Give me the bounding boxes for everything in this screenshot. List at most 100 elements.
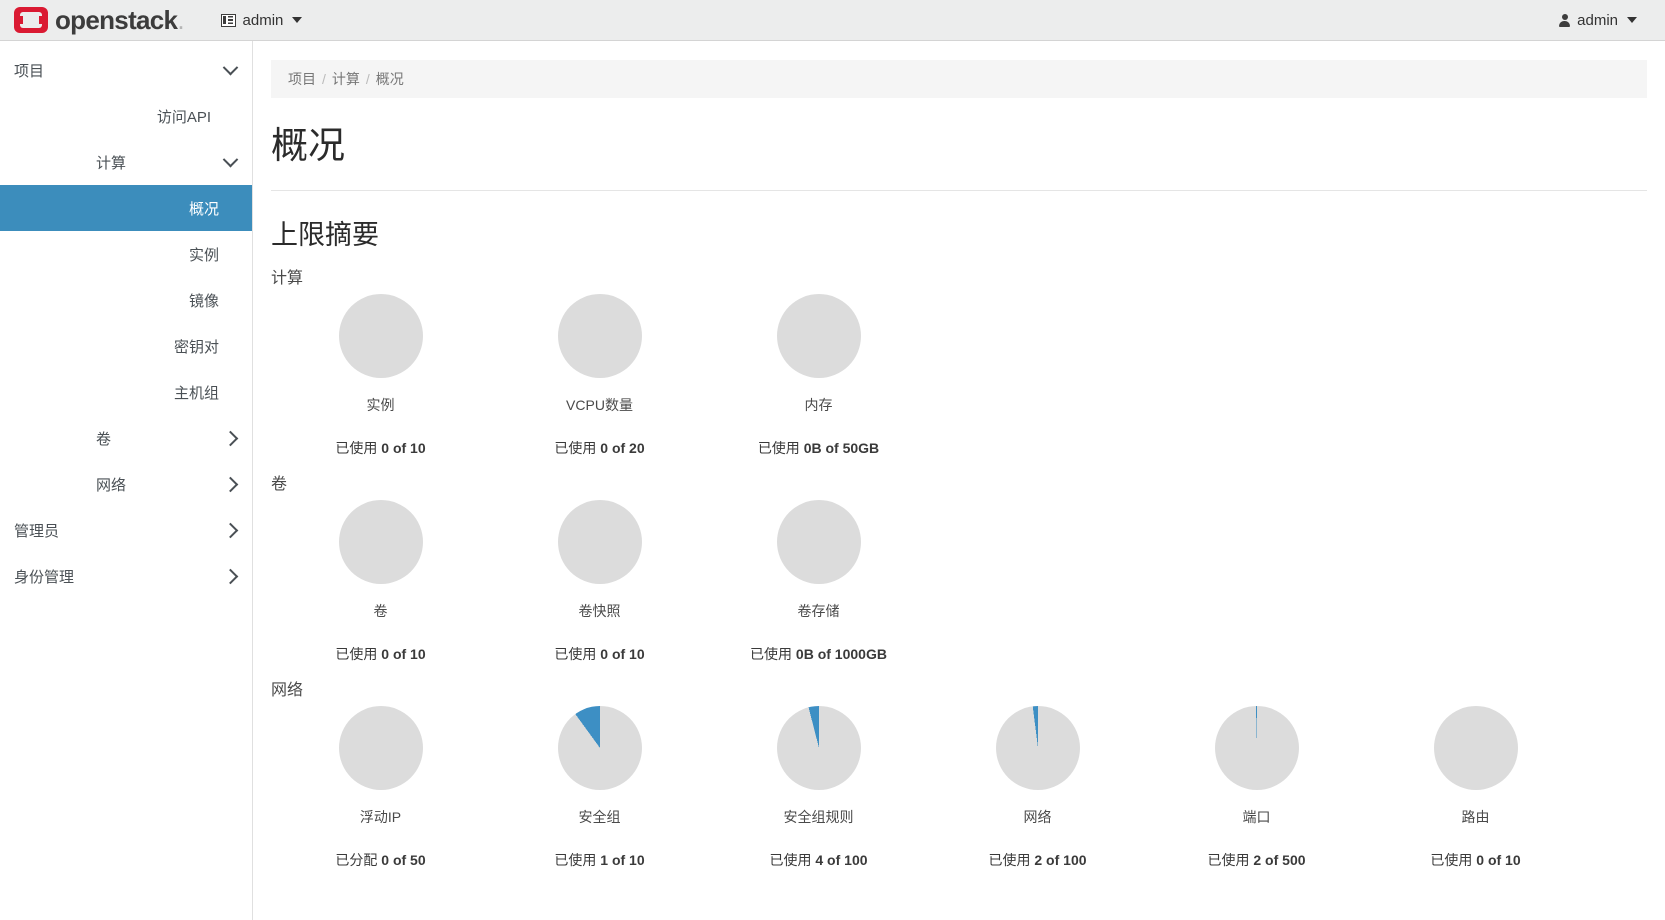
quota-chart-cell: 卷快照已使用 0 of 10 xyxy=(490,499,709,664)
quota-chart-cell: 浮动IP 已分配 0 of 50 xyxy=(271,705,490,870)
quota-usage-value: 0 of 10 xyxy=(377,645,426,662)
quota-chart-usage: 已使用 2 of 100 xyxy=(928,850,1147,870)
quota-chart-usage: 已使用 4 of 100 xyxy=(709,850,928,870)
quota-usage-prefix: 已使用 xyxy=(335,645,378,662)
quota-chart-label: 安全组 xyxy=(578,808,621,825)
sidebar-item-3[interactable]: 概况 xyxy=(0,185,252,231)
quota-usage-value: 1 of 10 xyxy=(596,851,645,868)
quota-pie-chart xyxy=(338,293,423,378)
quota-usage-value: 2 of 100 xyxy=(1030,851,1087,868)
quota-chart-row: 卷已使用 0 of 10 卷快照 已使用 0 of 10 卷存储 已使用 0B of 1… xyxy=(271,499,1665,664)
quota-pie-chart xyxy=(776,705,861,790)
quota-chart-cell: 网络 已使用 2 of 100 xyxy=(928,705,1147,870)
sidebar-item-label: 实例 xyxy=(188,246,219,264)
quota-chart-label: 内存 xyxy=(804,396,833,413)
quota-chart-label: 实例 xyxy=(366,396,395,413)
sidebar-item-1[interactable]: 访问API xyxy=(0,93,252,139)
sidebar-item-8[interactable]: 卷 xyxy=(0,415,252,461)
chevron-down-icon xyxy=(222,59,239,75)
quota-usage-value: 0 of 10 xyxy=(596,645,645,662)
brand-name: openstack xyxy=(55,5,178,35)
limit-summary-heading: 上限摘要 xyxy=(271,219,379,250)
sidebar-item-label: 访问API xyxy=(156,108,211,126)
sidebar-item-label: 镜像 xyxy=(188,292,219,310)
quota-chart-label: 卷 xyxy=(373,602,388,619)
quota-chart-label: VCPU数量 xyxy=(566,396,633,413)
quota-chart-cell: 内存已使用 0B of 50GB xyxy=(709,293,928,458)
quota-usage-prefix: 已使用 xyxy=(554,851,597,868)
openstack-logo[interactable]: openstack . xyxy=(14,0,185,41)
top-navbar: openstack . admin admin xyxy=(0,0,1665,41)
quota-usage-value: 0 of 10 xyxy=(1472,851,1521,868)
breadcrumb-item-2: 概况 xyxy=(375,71,404,87)
main-content: 项目 / 计算 / 概况 概况 上限摘要 计算 实例 已使用 0 of 10 VCPU数量 已使… xyxy=(253,41,1665,920)
quota-chart-label: 卷快照 xyxy=(578,602,621,619)
breadcrumb-separator: / xyxy=(322,71,326,87)
quota-pie-chart xyxy=(776,293,861,378)
quota-chart-cell: 安全组规则 已使用 4 of 100 xyxy=(709,705,928,870)
quota-pie-chart xyxy=(1433,705,1518,790)
sidebar-item-7[interactable]: 主机组 xyxy=(0,369,252,415)
sidebar-nav: 项目访问API 计算 概况实例镜像密钥对主机组卷网络管理员 身份管理 xyxy=(0,41,253,920)
quota-chart-cell: 端口已使用 2 of 500 xyxy=(1147,705,1366,870)
quota-group-2: 网络 浮动IP 已分配 0 of 50 安全组 已使用 1 of 10 安全组规则 已使用 … xyxy=(271,676,1665,870)
breadcrumb: 项目 / 计算 / 概况 xyxy=(271,60,1647,98)
quota-chart-cell: 安全组已使用 1 of 10 xyxy=(490,705,709,870)
project-switcher[interactable]: admin xyxy=(213,6,311,35)
sidebar-item-9[interactable]: 网络 xyxy=(0,461,252,507)
chevron-down-icon xyxy=(222,151,239,167)
quota-chart-usage: 已使用 2 of 500 xyxy=(1147,850,1366,870)
quota-usage-value: 0B of 1000GB xyxy=(792,645,887,662)
sidebar-item-0[interactable]: 项目 xyxy=(0,47,252,93)
sidebar-item-10[interactable]: 管理员 xyxy=(0,507,252,553)
sidebar-item-label: 项目 xyxy=(14,62,45,80)
quota-chart-usage: 已使用 0B of 50GB xyxy=(709,438,928,458)
quota-chart-cell: 卷已使用 0 of 10 xyxy=(271,499,490,664)
quota-group-title: 网络 xyxy=(271,681,304,699)
breadcrumb-item-1[interactable]: 计算 xyxy=(332,69,360,89)
user-icon xyxy=(1559,13,1571,27)
sidebar-item-2[interactable]: 计算 xyxy=(0,139,252,185)
sidebar-item-5[interactable]: 镜像 xyxy=(0,277,252,323)
quota-group-0: 计算 实例 已使用 0 of 10 VCPU数量 已使用 0 of 20 内存 已使用 0B… xyxy=(271,264,1665,458)
quota-usage-prefix: 已使用 xyxy=(335,439,378,456)
quota-group-title: 卷 xyxy=(271,475,288,493)
breadcrumb-item-0[interactable]: 项目 xyxy=(288,69,316,89)
quota-chart-usage: 已分配 0 of 50 xyxy=(271,850,490,870)
quota-usage-prefix: 已分配 xyxy=(335,851,378,868)
quota-chart-usage: 已使用 0 of 10 xyxy=(271,644,490,664)
sidebar-item-label: 网络 xyxy=(96,476,127,494)
quota-chart-label: 端口 xyxy=(1242,808,1271,825)
quota-usage-value: 0B of 50GB xyxy=(799,439,880,456)
quota-pie-chart xyxy=(557,705,642,790)
quota-usage-value: 2 of 500 xyxy=(1249,851,1306,868)
quota-pie-chart xyxy=(557,499,642,584)
quota-chart-usage: 已使用 1 of 10 xyxy=(490,850,709,870)
quota-chart-cell: 路由 已使用 0 of 10 xyxy=(1366,705,1585,870)
user-menu[interactable]: admin xyxy=(1551,6,1645,35)
quota-chart-cell: 卷存储 已使用 0B of 1000GB xyxy=(709,499,928,664)
quota-usage-prefix: 已使用 xyxy=(769,851,812,868)
chevron-down-icon xyxy=(1627,17,1637,23)
sidebar-item-11[interactable]: 身份管理 xyxy=(0,553,252,599)
sidebar-item-label: 主机组 xyxy=(173,384,219,402)
sidebar-item-label: 卷 xyxy=(96,430,112,448)
sidebar-item-label: 密钥对 xyxy=(173,338,219,356)
sidebar-item-6[interactable]: 密钥对 xyxy=(0,323,252,369)
quota-chart-usage: 已使用 0 of 20 xyxy=(490,438,709,458)
chevron-right-icon xyxy=(222,430,239,446)
project-switcher-label: admin xyxy=(242,11,284,29)
quota-group-1: 卷卷已使用 0 of 10 卷快照 已使用 0 of 10 卷存储 已使用 0B of … xyxy=(271,470,1665,664)
quota-chart-usage: 已使用 0B of 1000GB xyxy=(709,644,928,664)
quota-usage-prefix: 已使用 xyxy=(554,439,597,456)
quota-usage-prefix: 已使用 xyxy=(554,645,597,662)
quota-usage-prefix: 已使用 xyxy=(988,851,1031,868)
chevron-right-icon xyxy=(222,476,239,492)
quota-chart-usage: 已使用 0 of 10 xyxy=(271,438,490,458)
sidebar-item-4[interactable]: 实例 xyxy=(0,231,252,277)
quota-pie-chart xyxy=(1214,705,1299,790)
chevron-down-icon xyxy=(292,17,303,23)
quota-usage-value: 0 of 20 xyxy=(596,439,645,456)
quota-usage-prefix: 已使用 xyxy=(750,645,793,662)
quota-pie-chart xyxy=(557,293,642,378)
